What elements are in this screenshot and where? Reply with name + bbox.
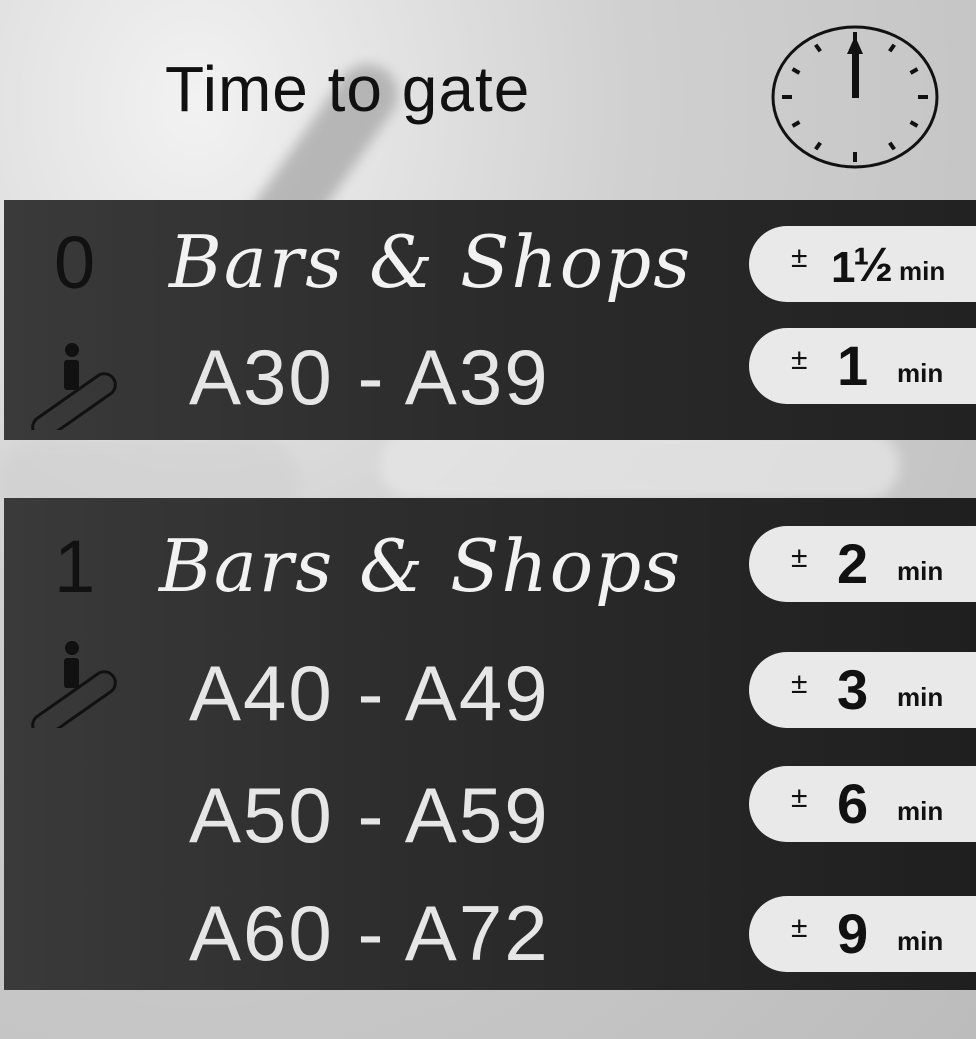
- time-value: 9: [837, 902, 869, 965]
- escalator-icon: [31, 343, 117, 430]
- time-value: 3: [837, 658, 869, 721]
- destination-label: Bars & Shops: [159, 524, 683, 608]
- sign-header: Time to gate: [0, 0, 976, 195]
- time-value: 6: [837, 772, 869, 835]
- destination-label: Bars & Shops: [169, 220, 693, 304]
- time-badge: ± 9 min: [749, 896, 976, 972]
- time-value: 2: [837, 532, 869, 595]
- time-badge: ± 1 min: [749, 328, 976, 404]
- plus-minus: ±: [791, 911, 808, 944]
- time-unit: min: [897, 358, 944, 388]
- escalator-icon: [31, 641, 117, 728]
- time-value: ½: [853, 239, 894, 292]
- gate-range: A40 - A49: [189, 649, 550, 737]
- time-unit: min: [897, 926, 944, 956]
- plus-minus: ±: [791, 241, 808, 274]
- time-unit: min: [897, 682, 944, 712]
- time-badge: ± 6 min: [749, 766, 976, 842]
- time-badge: ± 3 min: [749, 652, 976, 728]
- time-badge: ± 2 min: [749, 526, 976, 602]
- background-blur: [380, 430, 900, 500]
- time-whole: 1: [831, 243, 856, 292]
- gate-range: A60 - A72: [189, 889, 550, 977]
- level-number: 0: [54, 221, 96, 304]
- sign-title: Time to gate: [165, 53, 531, 125]
- time-unit: min: [897, 796, 944, 826]
- plus-minus: ±: [791, 667, 808, 700]
- level-1-panel: 1 Bars & Shops ± 2 min A40 - A49 ± 3 min…: [4, 498, 976, 990]
- plus-minus: ±: [791, 781, 808, 814]
- level-number: 1: [54, 525, 96, 608]
- plus-minus: ±: [791, 541, 808, 574]
- gate-range: A50 - A59: [189, 771, 550, 859]
- time-unit: min: [897, 556, 944, 586]
- gate-range: A30 - A39: [189, 333, 550, 421]
- time-badge: ± 1 ½ min: [749, 226, 976, 302]
- plus-minus: ±: [791, 343, 808, 376]
- level-0-panel: 0 Bars & Shops ± 1 ½ min A30 - A39 ± 1 m…: [4, 200, 976, 440]
- time-unit: min: [899, 256, 946, 286]
- time-value: 1: [837, 334, 869, 397]
- clock-icon: [771, 25, 939, 169]
